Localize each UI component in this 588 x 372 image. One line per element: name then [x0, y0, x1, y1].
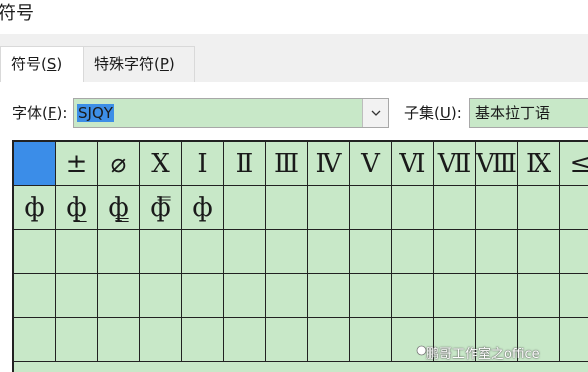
symbol-cell[interactable]	[14, 230, 56, 274]
symbol-cell[interactable]	[392, 186, 434, 230]
symbol-cell[interactable]	[476, 186, 518, 230]
symbol-cell[interactable]	[182, 274, 224, 318]
symbol-cell[interactable]	[476, 230, 518, 274]
symbol-cell[interactable]	[224, 274, 266, 318]
symbol-cell[interactable]	[560, 274, 588, 318]
symbol-cell[interactable]	[518, 186, 560, 230]
symbol-cell[interactable]: Ⅱ	[224, 142, 266, 186]
symbol-grid: ± ⌀ Ⅹ Ⅰ Ⅱ Ⅲ Ⅳ Ⅴ Ⅵ Ⅶ Ⅷ Ⅸ ≤ ф ф̲ ф̳ ф̿ ф	[12, 140, 588, 372]
symbol-cell[interactable]: ф̳	[98, 186, 140, 230]
symbol-cell[interactable]: ⌀	[98, 142, 140, 186]
symbol-cell[interactable]	[266, 318, 308, 362]
symbol-cell[interactable]: ф̿	[140, 186, 182, 230]
symbol-cell[interactable]	[392, 230, 434, 274]
title-bar: 符号	[0, 0, 588, 34]
tab-special-accesskey: P	[159, 55, 169, 73]
symbol-cell[interactable]: ±	[56, 142, 98, 186]
symbol-cell[interactable]	[434, 186, 476, 230]
tab-special-label: 特殊字符(	[94, 55, 160, 73]
symbol-cell[interactable]	[518, 274, 560, 318]
symbol-cell[interactable]: Ⅵ	[392, 142, 434, 186]
symbol-cell[interactable]	[350, 186, 392, 230]
symbol-cell[interactable]: ≤	[560, 142, 588, 186]
symbol-cell[interactable]	[56, 318, 98, 362]
subset-label-text: 子集(	[404, 104, 440, 122]
symbol-cell[interactable]	[224, 318, 266, 362]
symbol-cell[interactable]	[518, 230, 560, 274]
symbol-cell[interactable]: ф	[14, 186, 56, 230]
symbol-cell[interactable]	[14, 142, 56, 186]
subset-label-close: ):	[450, 104, 462, 122]
tab-symbols-accesskey: S	[46, 55, 57, 73]
font-value: SJQY	[77, 104, 114, 122]
tab-special-close: )	[168, 55, 175, 73]
subset-label: 子集(U):	[404, 104, 462, 122]
symbol-cell[interactable]	[98, 274, 140, 318]
symbol-cell[interactable]	[98, 318, 140, 362]
tab-special-characters[interactable]: 特殊字符(P)	[84, 46, 195, 82]
symbol-cell[interactable]: Ⅴ	[350, 142, 392, 186]
symbol-cell[interactable]	[140, 274, 182, 318]
symbol-cell[interactable]	[560, 318, 588, 362]
subset-value: 基本拉丁语	[475, 104, 551, 122]
symbol-cell[interactable]: Ⅸ	[518, 142, 560, 186]
symbol-cell[interactable]	[476, 274, 518, 318]
symbol-cell[interactable]	[182, 230, 224, 274]
symbol-cell[interactable]: Ⅷ	[476, 142, 518, 186]
symbols-panel: 字体(F): SJQY 子集(U): 基本拉丁语 ± ⌀ Ⅹ Ⅰ Ⅱ Ⅲ Ⅳ Ⅴ Ⅵ Ⅶ Ⅷ Ⅸ ≤ ф ф…	[0, 82, 588, 372]
font-label-close: ):	[56, 104, 68, 122]
symbol-cell[interactable]	[350, 318, 392, 362]
font-label: 字体(F):	[12, 104, 67, 122]
symbol-cell[interactable]	[224, 230, 266, 274]
symbol-cell[interactable]	[224, 186, 266, 230]
symbol-cell[interactable]	[308, 186, 350, 230]
symbol-cell[interactable]	[266, 230, 308, 274]
tab-symbols[interactable]: 符号(S)	[0, 46, 84, 82]
symbol-cell[interactable]	[308, 274, 350, 318]
font-dropdown-button[interactable]	[362, 99, 388, 127]
symbol-cell[interactable]: Ⅳ	[308, 142, 350, 186]
symbol-cell[interactable]	[140, 318, 182, 362]
tab-strip: 符号(S) 特殊字符(P)	[0, 34, 588, 82]
symbol-cell[interactable]	[98, 230, 140, 274]
symbol-cell[interactable]: Ⅹ	[140, 142, 182, 186]
font-label-text: 字体(	[12, 104, 48, 122]
symbol-cell[interactable]	[308, 318, 350, 362]
tab-symbols-label: 符号(	[11, 55, 47, 73]
symbol-cell[interactable]	[56, 230, 98, 274]
font-select[interactable]: SJQY	[73, 98, 389, 128]
symbol-cell[interactable]	[560, 230, 588, 274]
symbol-cell[interactable]	[434, 230, 476, 274]
symbol-cell[interactable]: Ⅶ	[434, 142, 476, 186]
watermark-text: 鹏哥工作室之office	[426, 347, 540, 362]
symbol-cell[interactable]: ф	[182, 186, 224, 230]
symbol-cell[interactable]	[14, 274, 56, 318]
font-label-accesskey: F	[47, 104, 57, 122]
chevron-down-icon	[371, 110, 381, 116]
symbol-cell[interactable]	[266, 274, 308, 318]
symbol-cell[interactable]	[434, 274, 476, 318]
subset-label-accesskey: U	[439, 104, 451, 122]
subset-select[interactable]: 基本拉丁语	[469, 98, 588, 128]
symbol-cell[interactable]	[392, 274, 434, 318]
symbol-cell[interactable]: Ⅲ	[266, 142, 308, 186]
dialog-title: 符号	[0, 3, 34, 24]
symbol-cell[interactable]	[266, 186, 308, 230]
symbol-cell[interactable]	[350, 230, 392, 274]
symbol-cell[interactable]	[14, 318, 56, 362]
symbol-cell[interactable]	[56, 274, 98, 318]
symbol-cell[interactable]: Ⅰ	[182, 142, 224, 186]
tab-symbols-close: )	[56, 55, 63, 73]
symbol-cell[interactable]	[308, 230, 350, 274]
symbol-cell[interactable]	[140, 230, 182, 274]
symbol-cell[interactable]	[182, 318, 224, 362]
symbol-cell[interactable]: ф̲	[56, 186, 98, 230]
symbol-cell[interactable]	[560, 186, 588, 230]
symbol-cell[interactable]	[350, 274, 392, 318]
